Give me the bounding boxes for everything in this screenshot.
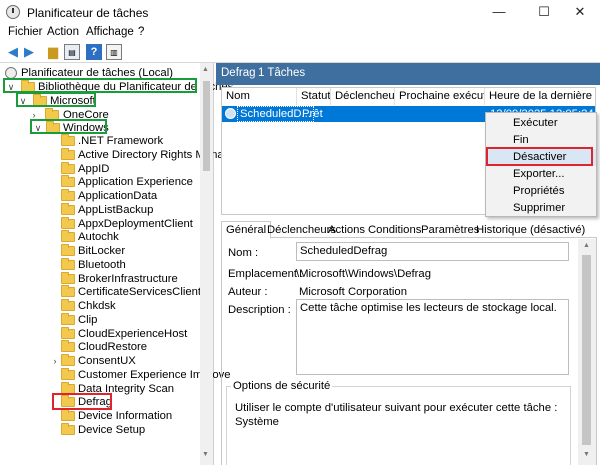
tree-item-label: CloudRestore bbox=[78, 341, 148, 354]
folder-icon bbox=[61, 299, 75, 311]
folder-icon bbox=[61, 422, 75, 435]
security-title: Options de sécurité bbox=[231, 380, 333, 392]
scroll-thumb[interactable] bbox=[582, 255, 591, 445]
tree-item-label: CertificateServicesClient bbox=[78, 286, 202, 299]
folder-icon bbox=[61, 175, 75, 188]
folder-icon bbox=[61, 147, 75, 160]
help-icon[interactable]: ? bbox=[86, 44, 102, 60]
minimize-button[interactable]: — bbox=[479, 0, 519, 24]
back-icon[interactable]: ◀ bbox=[5, 44, 21, 60]
folder-icon bbox=[61, 202, 75, 215]
folder-icon bbox=[61, 244, 75, 256]
menu-bar: Fichier Action Affichage ? bbox=[0, 24, 600, 41]
tree-item-label: AppID bbox=[78, 162, 110, 175]
folder-icon bbox=[61, 216, 75, 229]
tree-item-label: BitLocker bbox=[78, 245, 126, 257]
tree-item-label: Device Information bbox=[78, 410, 173, 422]
tree-item-label: Bluetooth bbox=[78, 258, 126, 271]
menu-affichage[interactable]: Affichage bbox=[86, 26, 134, 38]
properties-icon[interactable]: ▤ bbox=[64, 44, 80, 60]
header-folder: Defrag bbox=[221, 67, 256, 79]
content-header: Defrag 1 Tâches bbox=[216, 63, 600, 85]
menu-action[interactable]: Action bbox=[47, 26, 79, 38]
location-value: \Microsoft\Windows\Defrag bbox=[296, 268, 431, 280]
ctx-exporter[interactable]: Exporter... bbox=[486, 166, 596, 183]
ctx-proprietes[interactable]: Propriétés bbox=[486, 183, 596, 200]
ctx-executer[interactable]: Exécuter bbox=[486, 115, 596, 132]
ctx-supprimer[interactable]: Supprimer bbox=[486, 200, 596, 217]
folder-icon bbox=[61, 161, 75, 174]
highlight-library bbox=[3, 78, 197, 93]
task-status: Prêt bbox=[302, 108, 323, 120]
maximize-button[interactable]: ☐ bbox=[524, 0, 564, 24]
tree-item-label: .NET Framework bbox=[78, 135, 164, 147]
scroll-thumb[interactable] bbox=[203, 81, 210, 171]
folder-icon bbox=[61, 134, 75, 146]
header-count: 1 Tâches bbox=[258, 67, 306, 79]
folder-icon bbox=[61, 271, 75, 284]
folder-up-icon[interactable]: ▆ bbox=[45, 44, 61, 60]
tree-item-label: Autochk bbox=[78, 231, 119, 244]
panel-icon[interactable]: ▥ bbox=[106, 44, 122, 60]
highlight-defrag bbox=[52, 393, 112, 411]
menu-fichier[interactable]: Fichier bbox=[8, 26, 43, 38]
tree-item-label: Chkdsk bbox=[78, 300, 116, 312]
title-bar: Planificateur de tâches — ☐ ✕ bbox=[0, 0, 600, 24]
tree-item-label: ApplicationData bbox=[78, 190, 158, 202]
scroll-up-icon[interactable]: ▲ bbox=[583, 242, 590, 249]
highlight-desactiver bbox=[486, 147, 593, 166]
menu-help[interactable]: ? bbox=[138, 26, 144, 38]
folder-icon bbox=[61, 409, 75, 421]
author-value: Microsoft Corporation bbox=[299, 286, 407, 298]
col-derniere[interactable]: Heure de la dernière exécu bbox=[485, 88, 595, 105]
location-label: Emplacement : bbox=[228, 268, 304, 280]
task-clock-icon bbox=[225, 108, 236, 119]
author-label: Auteur : bbox=[228, 286, 268, 298]
folder-icon bbox=[61, 381, 75, 394]
folder-icon bbox=[61, 230, 75, 243]
window-title: Planificateur de tâches bbox=[27, 6, 149, 20]
name-label: Nom : bbox=[228, 247, 259, 259]
name-field[interactable]: ScheduledDefrag bbox=[296, 242, 569, 261]
security-text: Utiliser le compte d'utilisateur suivant… bbox=[235, 402, 558, 414]
scroll-up-icon[interactable]: ▲ bbox=[202, 66, 209, 73]
tree-scrollbar[interactable]: ▲ ▼ bbox=[200, 63, 213, 465]
tab-actions[interactable]: Actions bbox=[324, 222, 369, 238]
clock-icon bbox=[6, 5, 20, 19]
highlight-windows bbox=[30, 119, 107, 134]
highlight-microsoft bbox=[16, 92, 96, 107]
col-nom[interactable]: Nom bbox=[222, 88, 297, 105]
folder-icon bbox=[61, 326, 75, 339]
chevron-right-icon[interactable]: › bbox=[50, 355, 60, 367]
folder-icon bbox=[61, 367, 75, 380]
folder-icon bbox=[61, 340, 75, 353]
col-statut[interactable]: Statut bbox=[297, 88, 331, 105]
folder-icon bbox=[61, 189, 75, 201]
scroll-down-icon[interactable]: ▼ bbox=[202, 451, 209, 458]
col-declencheurs[interactable]: Déclencheurs bbox=[331, 88, 395, 105]
tree-item-label: CloudExperienceHost bbox=[78, 327, 188, 340]
tree-item-label: AppListBackup bbox=[78, 203, 154, 216]
folder-icon bbox=[61, 354, 75, 366]
tree-item-label: ConsentUX bbox=[78, 355, 136, 367]
description-field[interactable]: Cette tâche optimise les lecteurs de sto… bbox=[296, 299, 569, 375]
folder-icon bbox=[61, 312, 75, 325]
col-prochaine[interactable]: Prochaine exécution bbox=[395, 88, 485, 105]
tree-item-label: Device Setup bbox=[78, 423, 146, 436]
account-value: Système bbox=[235, 416, 279, 428]
tab-historique[interactable]: Historique (désactivé) bbox=[472, 222, 589, 238]
toolbar: ◀ ▶ ▆ ▤ ? ▥ bbox=[0, 41, 600, 63]
tree-item-label: Application Experience bbox=[78, 176, 193, 189]
tree-item-label: BrokerInfrastructure bbox=[78, 272, 178, 285]
description-label: Description : bbox=[228, 304, 291, 316]
details-scrollbar[interactable]: ▲ ▼ bbox=[578, 239, 596, 465]
scroll-down-icon[interactable]: ▼ bbox=[583, 451, 590, 458]
close-button[interactable]: ✕ bbox=[560, 0, 600, 24]
folder-icon bbox=[61, 285, 75, 298]
tree-item-label: Clip bbox=[78, 313, 98, 326]
tab-bar: Général Déclencheurs Actions Conditions … bbox=[221, 221, 597, 239]
forward-icon[interactable]: ▶ bbox=[21, 44, 37, 60]
tree-item-label: AppxDeploymentClient bbox=[78, 217, 193, 230]
folder-icon bbox=[61, 257, 75, 270]
